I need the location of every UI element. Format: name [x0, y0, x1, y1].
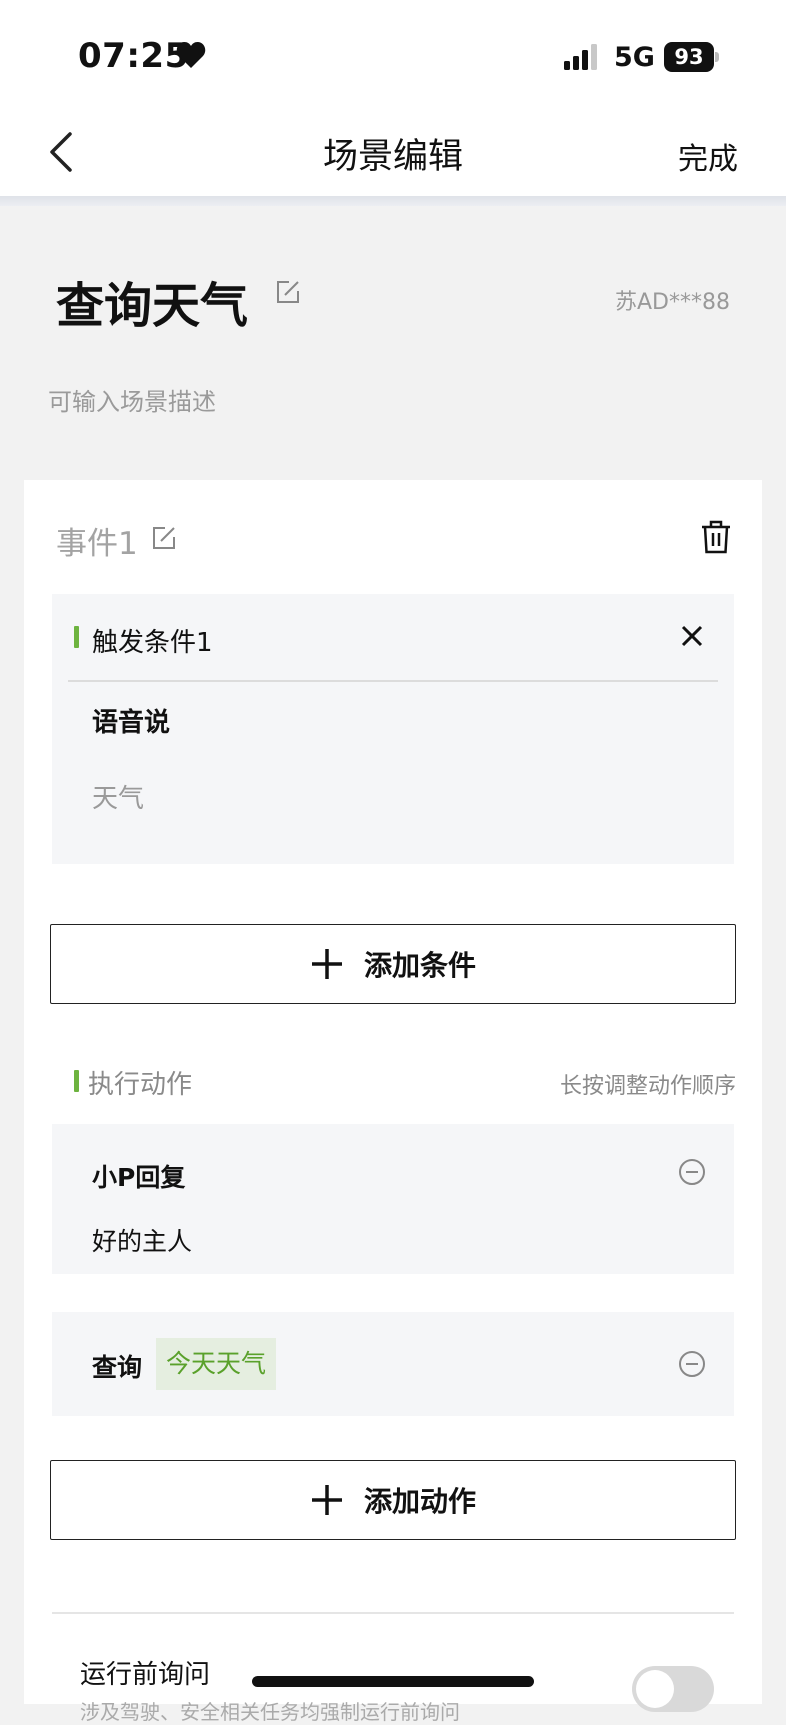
nav-bar: 场景编辑 完成	[0, 110, 786, 196]
page-title: 场景编辑	[322, 137, 463, 177]
action-text: 好的主人	[92, 1227, 193, 1256]
divider	[52, 1612, 734, 1614]
action-title: 查询	[92, 1353, 143, 1382]
accent-bar	[74, 626, 79, 648]
plus-icon	[311, 1485, 342, 1515]
condition-value[interactable]: 天气	[92, 778, 144, 815]
battery-level: 93	[664, 42, 714, 72]
ask-before-run-label: 运行前询问	[80, 1660, 211, 1690]
remove-circle-icon[interactable]	[678, 1158, 706, 1186]
ask-before-run-subtext: 涉及驾驶、安全相关任务均强制运行前询问	[80, 1700, 460, 1724]
nav-divider	[0, 196, 786, 206]
plus-icon	[311, 949, 342, 979]
action-item[interactable]: 小P回复 好的主人	[52, 1124, 734, 1274]
divider	[68, 680, 718, 682]
signal-icon	[564, 44, 597, 70]
event-title[interactable]: 事件1	[56, 518, 138, 563]
status-bar: 07:25 5G 93	[0, 0, 786, 110]
action-item[interactable]: 查询 今天天气	[52, 1312, 734, 1416]
condition-type: 语音说	[92, 708, 171, 738]
remove-circle-icon[interactable]	[678, 1350, 706, 1378]
trash-icon[interactable]	[700, 520, 732, 554]
edit-scene-title-icon[interactable]	[276, 280, 300, 304]
status-time: 07:25	[78, 36, 189, 76]
action-title: 小P回复	[92, 1163, 186, 1192]
trigger-condition-card[interactable]: 触发条件1 语音说 天气	[52, 594, 734, 864]
edit-event-title-icon[interactable]	[152, 526, 176, 550]
add-condition-label: 添加条件	[363, 949, 476, 982]
query-tag[interactable]: 今天天气	[156, 1338, 277, 1390]
toggle-knob	[636, 1670, 674, 1708]
home-indicator	[252, 1676, 534, 1687]
event-card: 事件1 触发条件1 语音说 天气 添加条件 执行动作 长按调整动作顺序 小P回复…	[24, 480, 762, 1724]
accent-bar	[74, 1070, 79, 1092]
actions-section-label: 执行动作	[88, 1070, 193, 1100]
network-label: 5G	[614, 42, 655, 73]
add-condition-button[interactable]: 添加条件	[50, 924, 736, 1004]
add-action-button[interactable]: 添加动作	[50, 1460, 736, 1540]
scene-title[interactable]: 查询天气	[56, 266, 248, 336]
heart-icon	[176, 42, 206, 68]
scene-description-input[interactable]: 可输入场景描述	[48, 382, 216, 417]
actions-reorder-hint: 长按调整动作顺序	[559, 1074, 736, 1099]
close-icon[interactable]	[680, 624, 704, 648]
license-plate: 苏AD***88	[615, 290, 730, 315]
add-action-label: 添加动作	[363, 1485, 476, 1518]
done-button[interactable]: 完成	[678, 134, 738, 178]
battery-tip	[715, 52, 719, 62]
ask-before-run-toggle[interactable]	[632, 1666, 714, 1712]
condition-label: 触发条件1	[92, 628, 213, 658]
battery-icon: 93	[664, 42, 719, 72]
